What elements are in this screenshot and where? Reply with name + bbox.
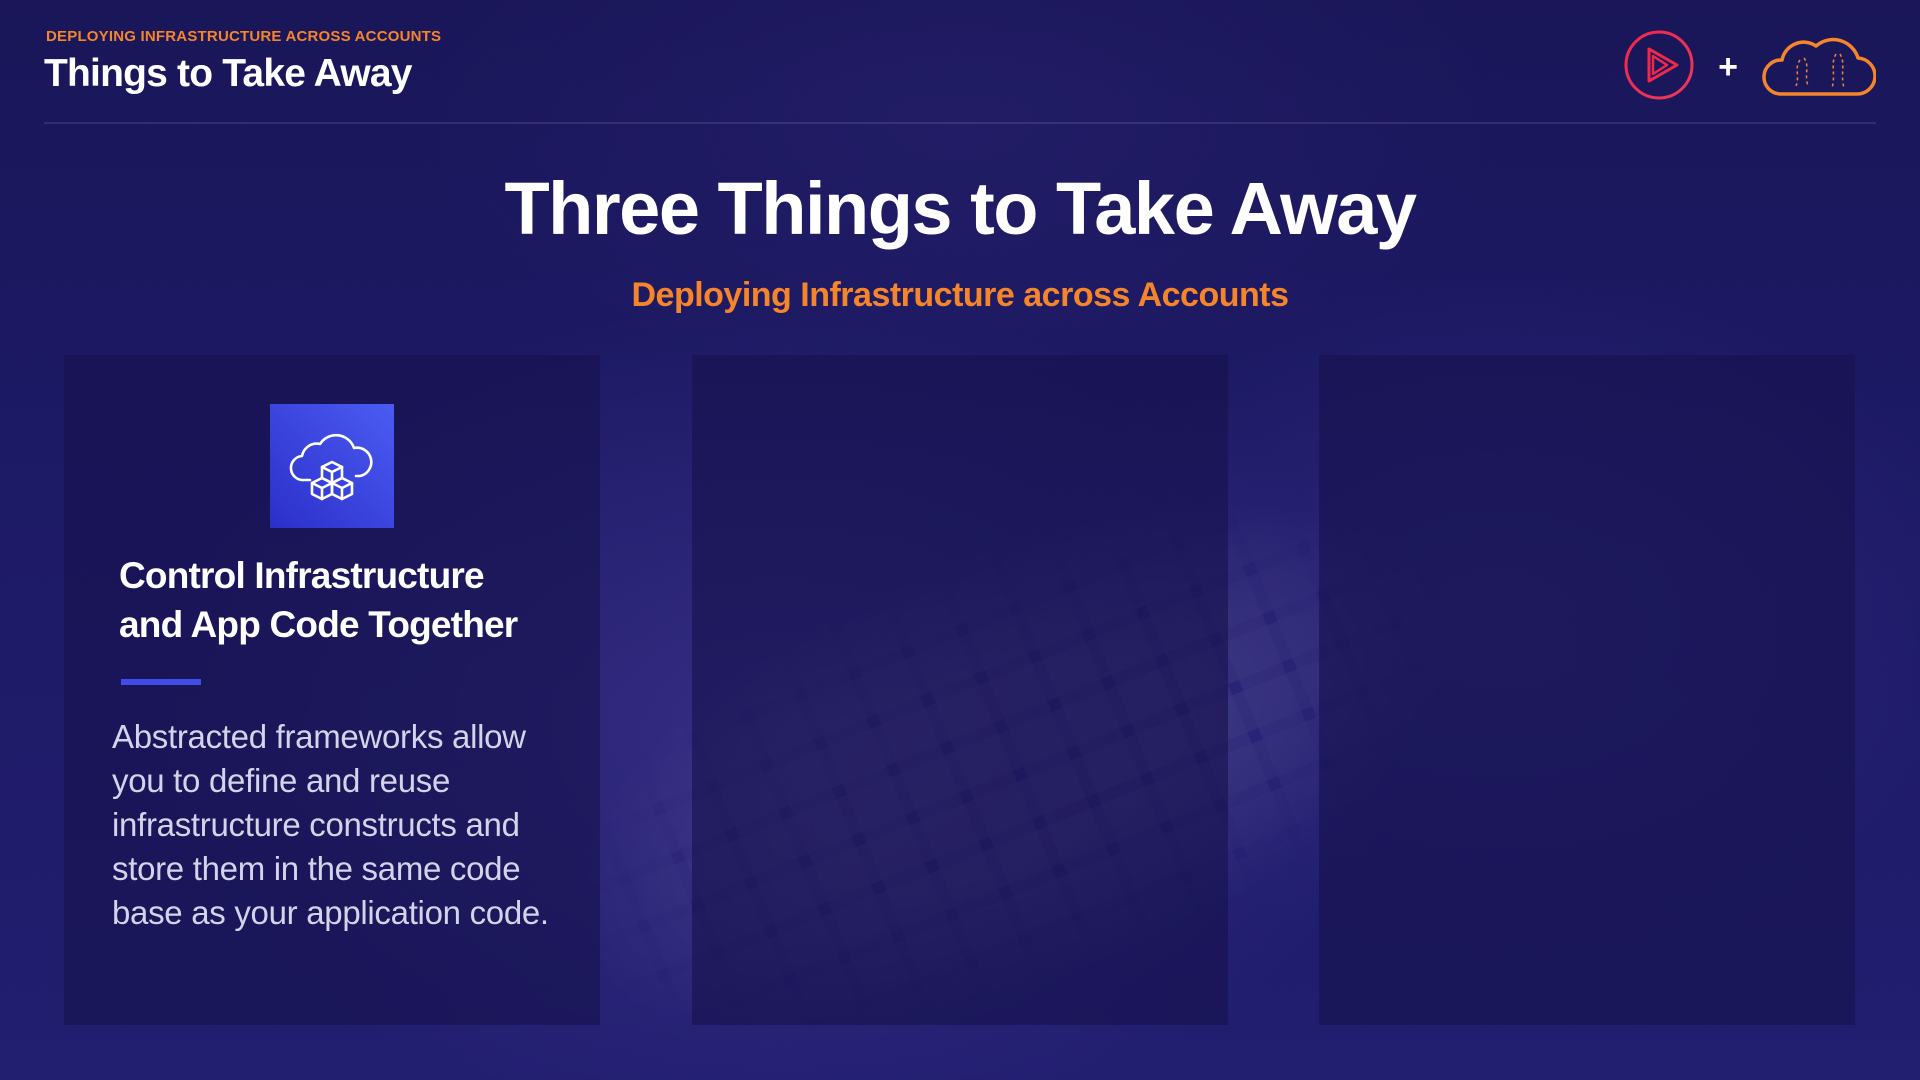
- cloud-cubes-icon: [270, 404, 394, 528]
- takeaway-card-2: [692, 355, 1228, 1025]
- card-body: Abstracted frameworks allow you to defin…: [112, 718, 549, 931]
- plus-sign: +: [1718, 48, 1738, 86]
- card-title: Control Infrastructure and App Code Toge…: [119, 551, 579, 649]
- header-kicker: DEPLOYING INFRASTRUCTURE ACROSS ACCOUNTS: [46, 28, 442, 45]
- cloud-icon: [1760, 30, 1877, 105]
- card-title-line-1: Control Infrastructure: [119, 555, 485, 596]
- slide-title: Three Things to Take Away: [504, 167, 1417, 250]
- pluralsight-play-icon: [1624, 30, 1694, 105]
- takeaway-card-3: [1319, 355, 1855, 1025]
- takeaway-card-1: Control Infrastructure and App Code Toge…: [64, 355, 600, 1025]
- slide-subtitle: Deploying Infrastructure across Accounts: [631, 276, 1289, 314]
- card-divider: [121, 679, 201, 685]
- header-title: Things to Take Away: [44, 52, 412, 95]
- card-title-line-2: and App Code Together: [119, 604, 518, 645]
- brand-logos: +: [1624, 30, 1877, 105]
- slide-header: DEPLOYING INFRASTRUCTURE ACROSS ACCOUNTS…: [44, 26, 1877, 124]
